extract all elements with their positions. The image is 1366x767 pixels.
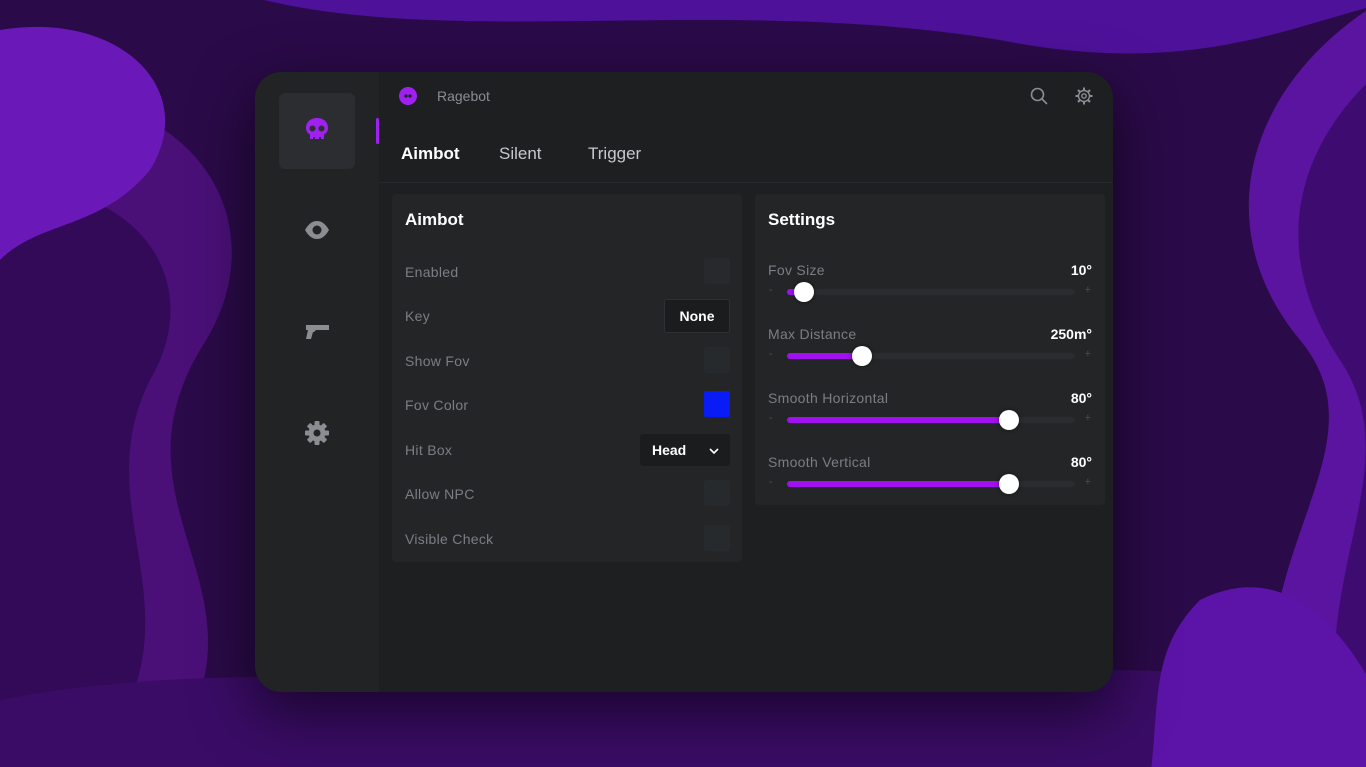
slider-track[interactable] bbox=[787, 410, 1075, 430]
hit-box-value: Head bbox=[652, 442, 687, 458]
allow-npc-label: Allow NPC bbox=[405, 486, 475, 502]
slider-fill bbox=[787, 353, 862, 359]
tab-trigger[interactable]: Trigger bbox=[588, 144, 641, 164]
top-bar: Ragebot bbox=[379, 72, 1113, 120]
slider-track[interactable] bbox=[787, 282, 1075, 302]
slider-track[interactable] bbox=[787, 346, 1075, 366]
slider-value: 80° bbox=[1070, 390, 1092, 406]
visible-check-label: Visible Check bbox=[405, 531, 494, 547]
tab-silent[interactable]: Silent bbox=[499, 144, 542, 164]
page-title: Ragebot bbox=[437, 88, 490, 104]
slider-thumb[interactable] bbox=[851, 346, 872, 366]
search-icon[interactable] bbox=[1029, 86, 1049, 106]
eye-icon bbox=[303, 216, 331, 249]
slider-label: Smooth Vertical bbox=[768, 454, 871, 470]
slider-increment-button[interactable]: + bbox=[1085, 348, 1091, 360]
slider-value: 250m° bbox=[1050, 326, 1092, 342]
slider-value: 10° bbox=[1070, 262, 1092, 278]
slider-label: Smooth Horizontal bbox=[768, 390, 889, 406]
slider-fill bbox=[787, 481, 1009, 487]
settings-panel-title: Settings bbox=[768, 210, 836, 229]
slider-label: Fov Size bbox=[768, 262, 825, 278]
slider-decrement-button[interactable]: - bbox=[769, 348, 773, 360]
sidebar-item-ragebot[interactable] bbox=[279, 93, 355, 169]
enabled-label: Enabled bbox=[405, 264, 459, 280]
slider-value: 80° bbox=[1070, 454, 1092, 470]
skull-icon bbox=[303, 115, 331, 148]
show-fov-checkbox[interactable] bbox=[704, 347, 730, 373]
aimbot-panel: Aimbot Enabled Key None Show Fov Fov Col… bbox=[392, 194, 742, 562]
settings-panel: Settings Fov Size 10° - + Max Distance 250m° -… bbox=[755, 194, 1105, 505]
sidebar-item-weapons[interactable] bbox=[279, 295, 355, 371]
hit-box-select[interactable]: Head bbox=[640, 434, 730, 466]
show-fov-label: Show Fov bbox=[405, 353, 470, 369]
slider-thumb[interactable] bbox=[998, 474, 1019, 494]
allow-npc-checkbox[interactable] bbox=[704, 480, 730, 506]
sidebar-item-settings[interactable] bbox=[279, 397, 355, 473]
brand-skull-icon bbox=[399, 87, 417, 105]
slider-decrement-button[interactable]: - bbox=[769, 412, 773, 424]
slider-track[interactable] bbox=[787, 474, 1075, 494]
fov-color-picker[interactable] bbox=[704, 391, 730, 417]
chevron-down-icon bbox=[708, 444, 720, 460]
gear-icon bbox=[303, 419, 331, 452]
sidebar-item-visuals[interactable] bbox=[279, 194, 355, 270]
slider-decrement-button[interactable]: - bbox=[769, 476, 773, 488]
key-bind-button[interactable]: None bbox=[664, 299, 730, 333]
gun-icon bbox=[303, 317, 331, 350]
key-label: Key bbox=[405, 308, 431, 324]
visible-check-checkbox[interactable] bbox=[704, 525, 730, 551]
slider-increment-button[interactable]: + bbox=[1085, 412, 1091, 424]
tab-aimbot[interactable]: Aimbot bbox=[401, 144, 460, 164]
slider-decrement-button[interactable]: - bbox=[769, 284, 773, 296]
cheat-menu-window: Ragebot Aimbot Silent Trigger Aimbot Ena… bbox=[255, 72, 1113, 692]
slider-increment-button[interactable]: + bbox=[1085, 476, 1091, 488]
slider-label: Max Distance bbox=[768, 326, 857, 342]
hit-box-label: Hit Box bbox=[405, 442, 453, 458]
slider-thumb[interactable] bbox=[794, 282, 815, 302]
settings-gear-icon[interactable] bbox=[1074, 86, 1094, 106]
slider-fill bbox=[787, 417, 1009, 423]
slider-increment-button[interactable]: + bbox=[1085, 284, 1091, 296]
enabled-checkbox[interactable] bbox=[704, 258, 730, 284]
sidebar bbox=[255, 72, 379, 692]
fov-color-label: Fov Color bbox=[405, 397, 469, 413]
slider-thumb[interactable] bbox=[998, 410, 1019, 430]
aimbot-panel-title: Aimbot bbox=[405, 210, 464, 229]
tab-bar: Aimbot Silent Trigger bbox=[379, 132, 1113, 183]
